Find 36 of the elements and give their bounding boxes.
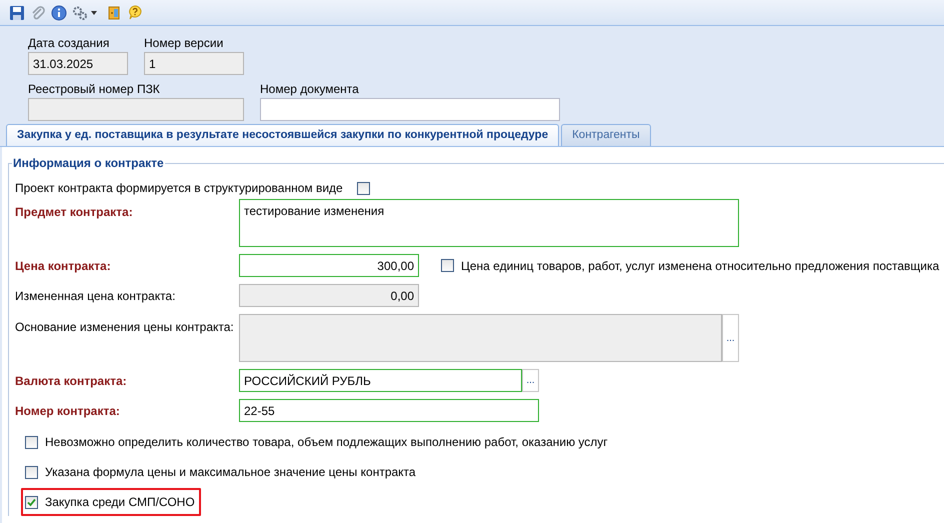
field-label: Измененная цена контракта: [15, 288, 176, 302]
browse-button[interactable]: ... [522, 369, 539, 392]
field-label: Дата создания [28, 36, 110, 50]
field-label: Номер контракта: [15, 404, 121, 418]
door-icon[interactable] [106, 4, 122, 20]
field-label: Цена контракта: [15, 258, 112, 272]
paperclip-icon[interactable] [30, 4, 46, 20]
field-label: Валюта контракта: [15, 374, 128, 388]
section-title: Информация о контракте [12, 156, 165, 171]
checkbox-label: Проект контракта формируется в структурированном виде [15, 181, 343, 195]
caret-icon[interactable] [91, 10, 97, 14]
checkbox[interactable] [25, 466, 38, 478]
checkbox[interactable] [25, 496, 38, 508]
checkbox[interactable] [25, 436, 38, 448]
save-icon[interactable] [9, 4, 25, 20]
input-field[interactable]: 300,00 [239, 254, 419, 277]
field-label: Номер версии [144, 36, 224, 50]
input-field[interactable] [260, 98, 560, 121]
gears-icon[interactable] [72, 4, 88, 20]
field-label: Основание изменения цены контракта: [15, 319, 235, 334]
checkbox-label: Закупка среди СМП/СОНО [45, 495, 195, 509]
field-label: Предмет контракта: [15, 204, 134, 219]
checkbox-label: Цена единиц товаров, работ, услуг изменена относительно предложения поставщика [461, 258, 940, 272]
checkbox-label: Невозможно определить количество товара, объем подлежащих выполнению работ, оказанию услуг [45, 435, 608, 449]
checkbox-label: Указана формула цены и максимальное значение цены контракта [45, 465, 416, 479]
help-icon[interactable] [127, 4, 143, 20]
tab[interactable]: Закупка у ед. поставщика в результате несостоявшейся закупки по конкурентной процедуре [6, 124, 560, 146]
tab[interactable]: Контрагенты [561, 124, 651, 146]
input-field[interactable]: РОССИЙСКИЙ РУБЛЬ [239, 369, 522, 392]
input-field[interactable]: тестирование изменения [239, 199, 739, 247]
input-field[interactable]: 22-55 [239, 399, 539, 422]
checkbox[interactable] [356, 182, 370, 194]
field-label: Номер документа [260, 82, 360, 96]
info-icon[interactable] [51, 4, 67, 20]
checkbox[interactable] [441, 259, 454, 272]
field-label: Реестровый номер ПЗК [28, 82, 161, 96]
